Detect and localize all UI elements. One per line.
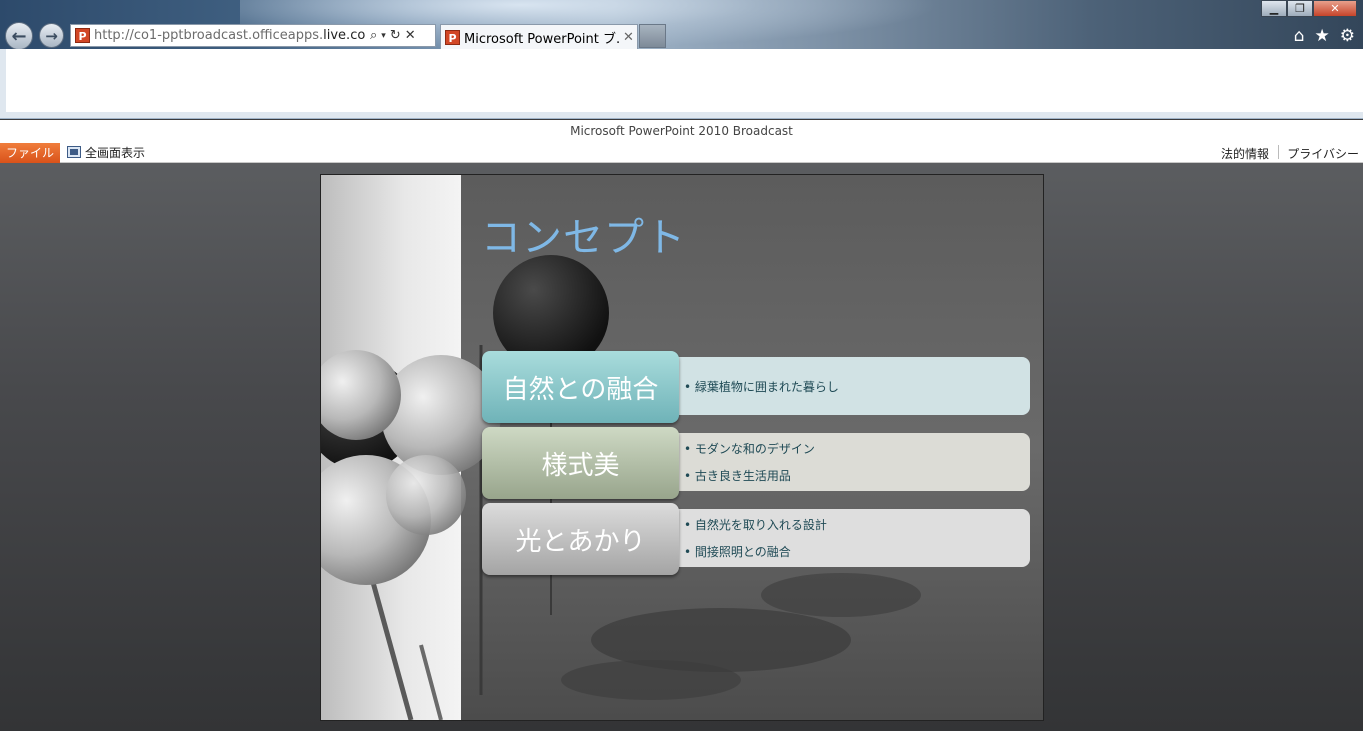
file-tab-button[interactable]: ファイル [0, 143, 60, 163]
concept-row-details: 緑葉植物に囲まれた暮らし [674, 357, 1030, 415]
forward-arrow-icon: → [45, 26, 58, 45]
slide[interactable]: コンセプト 緑葉植物に囲まれた暮らし 自然との融合 モダンな和のデザイン 古き良… [320, 174, 1044, 721]
legal-info-link[interactable]: 法的情報 [1221, 145, 1269, 162]
header-divider [0, 118, 1363, 119]
restore-button[interactable]: ❐ [1287, 0, 1313, 17]
url-text[interactable]: http://co1-pptbroadcast.officeapps.live.… [94, 28, 366, 43]
header-blank-panel [6, 49, 1363, 112]
powerpoint-favicon-icon: P [75, 28, 90, 43]
bullet-item: 古き良き生活用品 [684, 467, 1030, 484]
privacy-link[interactable]: プライバシー [1287, 145, 1359, 162]
minimize-button[interactable]: ▁ [1261, 0, 1287, 17]
browser-chrome: ← → P http://co1-pptbroadcast.officeapps… [0, 0, 1363, 50]
link-separator [1278, 145, 1279, 159]
url-prefix: http://co1-pptbroadcast.officeapps. [94, 28, 324, 43]
bullet-item: 間接照明との融合 [684, 543, 1030, 560]
dropdown-icon[interactable]: ▾ [381, 31, 386, 41]
home-icon[interactable]: ⌂ [1294, 26, 1305, 46]
concept-row-label: 自然との融合 [482, 351, 679, 423]
fullscreen-label: 全画面表示 [85, 145, 146, 160]
bullet-item: 緑葉植物に囲まれた暮らし [684, 378, 1030, 395]
broadcast-toolbar: Microsoft PowerPoint 2010 Broadcast ファイル… [0, 120, 1363, 163]
fullscreen-icon [67, 146, 81, 158]
concept-row-label: 様式美 [482, 427, 679, 499]
new-tab-button[interactable] [639, 24, 666, 48]
concept-row-label: 光とあかり [482, 503, 679, 575]
bullet-item: モダンな和のデザイン [684, 440, 1030, 457]
close-window-button[interactable]: ✕ [1313, 0, 1357, 17]
slide-title: コンセプト [481, 215, 686, 261]
tab-title: Microsoft PowerPoint ブ... [464, 31, 619, 47]
powerpoint-favicon-icon: P [445, 29, 460, 45]
url-domain: live.com [323, 28, 366, 43]
refresh-icon[interactable]: ↻ [390, 28, 401, 43]
back-arrow-icon: ← [11, 25, 27, 47]
concept-row-details: モダンな和のデザイン 古き良き生活用品 [674, 433, 1030, 491]
broadcast-title: Microsoft PowerPoint 2010 Broadcast [570, 124, 793, 138]
address-bar[interactable]: P http://co1-pptbroadcast.officeapps.liv… [70, 24, 436, 47]
tab-close-icon[interactable]: ✕ [623, 30, 634, 45]
slide-stage: コンセプト 緑葉植物に囲まれた暮らし 自然との融合 モダンな和のデザイン 古き良… [0, 163, 1363, 731]
stop-icon[interactable]: ✕ [405, 28, 416, 43]
page-header-area [0, 49, 1363, 119]
browser-toolbar-icons: ⌂ ★ ⚙ [1294, 26, 1355, 46]
concept-row-details: 自然光を取り入れる設計 間接照明との融合 [674, 509, 1030, 567]
back-button[interactable]: ← [5, 22, 33, 50]
tab-powerpoint-broadcast[interactable]: P Microsoft PowerPoint ブ... ✕ [440, 24, 638, 49]
bullet-item: 自然光を取り入れる設計 [684, 516, 1030, 533]
search-icon[interactable]: ⌕ [370, 28, 377, 43]
fullscreen-button[interactable]: 全画面表示 [67, 143, 145, 161]
window-controls: ▁ ❐ ✕ [1261, 0, 1357, 17]
forward-button[interactable]: → [39, 23, 64, 48]
tools-gear-icon[interactable]: ⚙ [1340, 26, 1355, 46]
favorites-star-icon[interactable]: ★ [1315, 26, 1330, 46]
